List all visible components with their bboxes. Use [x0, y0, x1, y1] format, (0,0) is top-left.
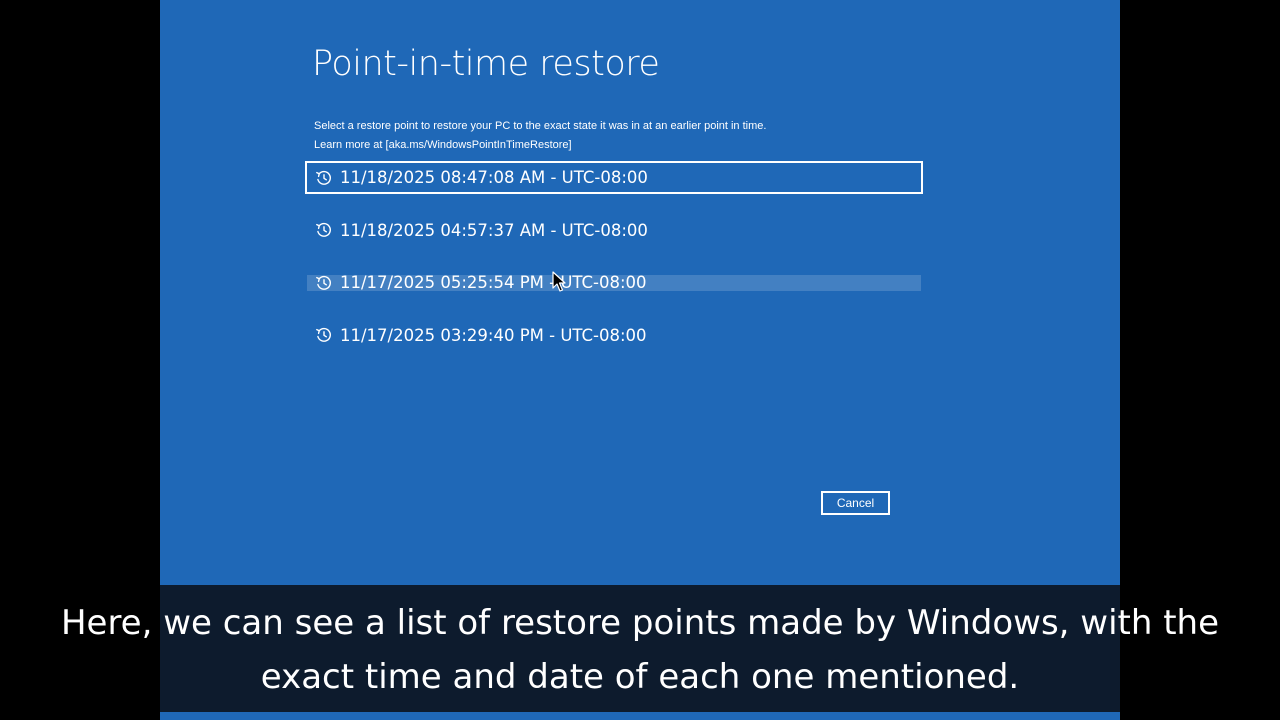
- cancel-button[interactable]: Cancel: [821, 491, 890, 515]
- restore-point-list: 11/18/2025 08:47:08 AM - UTC-08:00 11/18…: [305, 161, 923, 371]
- restore-point-label: 11/17/2025 03:29:40 PM - UTC-08:00: [340, 325, 647, 345]
- learn-more-text: Learn more at [aka.ms/WindowsPointInTime…: [314, 139, 572, 151]
- mouse-cursor-icon: [552, 271, 566, 293]
- history-icon: [315, 326, 333, 344]
- restore-point-label: 11/17/2025 05:25:54 PM - UTC-08:00: [340, 273, 647, 292]
- restore-point-label: 11/18/2025 04:57:37 AM - UTC-08:00: [340, 220, 648, 240]
- description-text: Select a restore point to restore your P…: [314, 120, 767, 132]
- restore-point-item[interactable]: 11/17/2025 03:29:40 PM - UTC-08:00: [305, 319, 923, 352]
- description: Select a restore point to restore your P…: [314, 117, 766, 155]
- page-title: Point-in-time restore: [312, 44, 660, 84]
- restore-point-item[interactable]: 11/17/2025 05:25:54 PM - UTC-08:00: [305, 266, 923, 299]
- video-frame: Point-in-time restore Select a restore p…: [0, 0, 1280, 720]
- subtitle-caption: Here, we can see a list of restore point…: [0, 596, 1280, 704]
- history-icon: [315, 169, 333, 187]
- restore-point-item[interactable]: 11/18/2025 04:57:37 AM - UTC-08:00: [305, 214, 923, 247]
- caption-line: exact time and date of each one mentione…: [260, 657, 1020, 697]
- history-icon: [315, 221, 333, 239]
- restore-point-item[interactable]: 11/18/2025 08:47:08 AM - UTC-08:00: [305, 161, 923, 194]
- screen-bottom-strip: [160, 712, 1120, 720]
- restore-point-label: 11/18/2025 08:47:08 AM - UTC-08:00: [340, 168, 648, 187]
- caption-line: Here, we can see a list of restore point…: [60, 603, 1220, 643]
- history-icon: [315, 274, 333, 292]
